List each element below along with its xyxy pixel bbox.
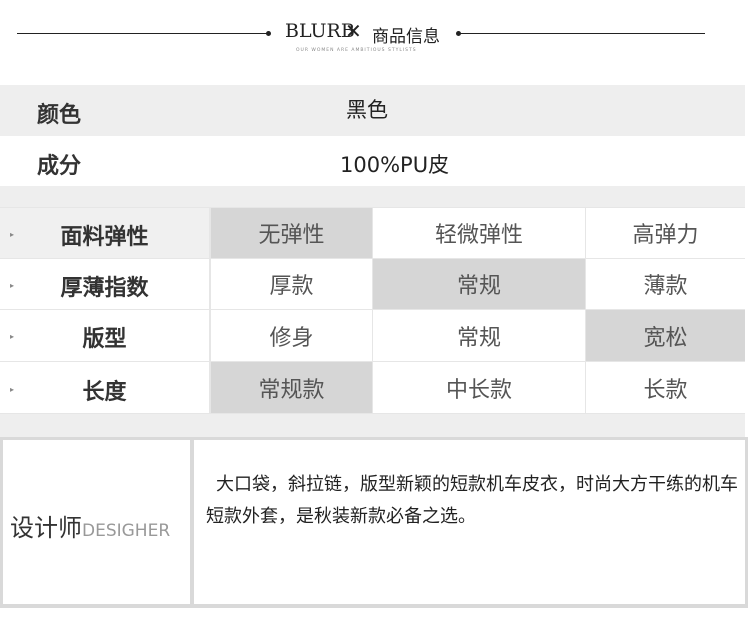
designer-title-en: DESIGHER xyxy=(82,521,171,541)
header-dot-left xyxy=(266,31,271,36)
designer-title: 设计师DESIGHER xyxy=(10,508,170,543)
info-label-material: 成分 xyxy=(37,154,82,179)
header-line-left xyxy=(17,33,267,34)
option-cell: 常规 xyxy=(373,259,585,309)
option-cell: 常规款 xyxy=(211,362,372,413)
close-x-icon: ✕ xyxy=(345,19,362,43)
designer-title-cn: 设计师 xyxy=(10,514,82,542)
option-cell: 轻微弹性 xyxy=(373,208,585,258)
attr-label-elasticity: 面料弹性 xyxy=(60,225,149,250)
info-value-material: 100%PU皮 xyxy=(340,153,450,177)
attr-label-fit: 版型 xyxy=(82,327,127,352)
option-cell: 厚款 xyxy=(211,259,372,309)
info-divider xyxy=(0,186,745,207)
option-cell: 无弹性 xyxy=(211,208,372,258)
attr-row-header-elasticity: ▸ 面料弹性 xyxy=(0,208,209,258)
attr-row-header-fit: ▸ 版型 xyxy=(0,310,209,361)
option-cell: 修身 xyxy=(211,310,372,361)
section-title: 商品信息 xyxy=(372,27,440,47)
option-cell: 薄款 xyxy=(586,259,745,309)
attr-label-thickness: 厚薄指数 xyxy=(60,276,149,301)
option-cell: 长款 xyxy=(586,362,745,413)
option-cell: 高弹力 xyxy=(586,208,745,258)
brand-tagline: OUR WOMEN ARE AMBITIOUS STYLISTS xyxy=(296,48,417,53)
info-row-material: 成分 100%PU皮 xyxy=(0,136,745,186)
info-value-color: 黑色 xyxy=(346,98,388,122)
attr-row-header-thickness: ▸ 厚薄指数 xyxy=(0,259,209,309)
option-cell: 宽松 xyxy=(586,310,745,361)
grid-divider xyxy=(0,414,745,437)
info-row-color: 颜色 黑色 xyxy=(0,85,745,136)
attr-row-header-length: ▸ 长度 xyxy=(0,362,209,413)
option-cell: 中长款 xyxy=(373,362,585,413)
designer-description: 大口袋，斜拉链，版型新颖的短款机车皮衣，时尚大方干练的机车短款外套，是秋装新款必… xyxy=(206,474,738,527)
option-cell: 常规 xyxy=(373,310,585,361)
info-label-color: 颜色 xyxy=(37,103,82,128)
attr-label-length: 长度 xyxy=(82,380,127,405)
header-line-right xyxy=(459,33,705,34)
